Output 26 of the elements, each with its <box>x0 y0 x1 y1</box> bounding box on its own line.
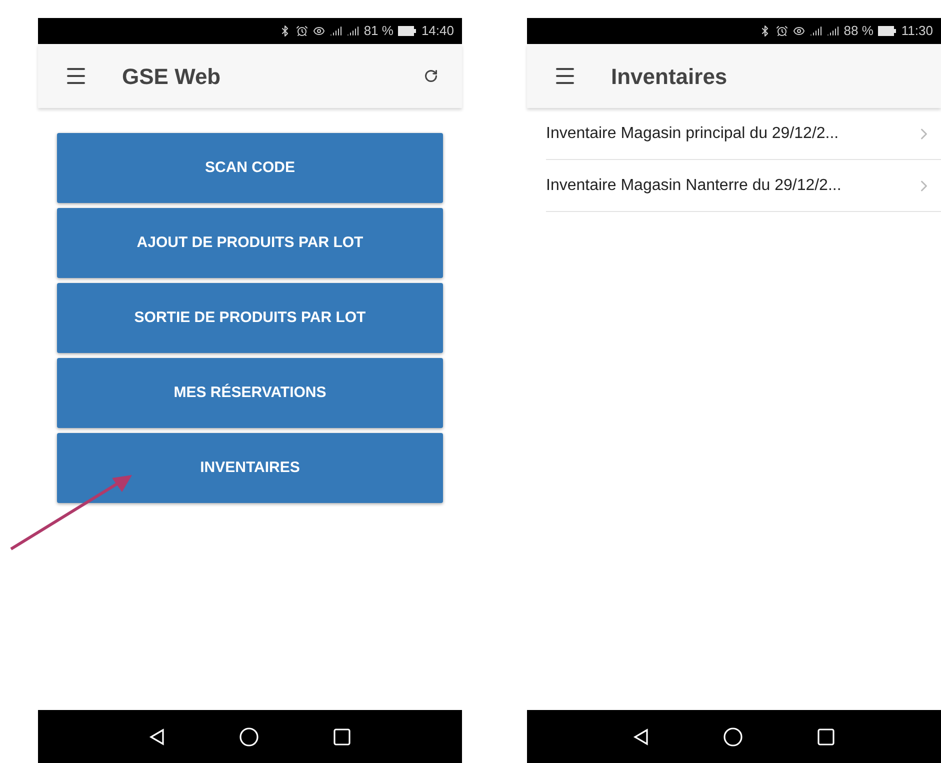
list-item[interactable]: Inventaire Magasin Nanterre du 29/12/2... <box>546 160 941 212</box>
clock: 11:30 <box>901 22 933 40</box>
menu-button[interactable]: SCAN CODE <box>57 133 443 203</box>
menu-button[interactable]: AJOUT DE PRODUITS PAR LOT <box>57 208 443 278</box>
recent-apps-icon[interactable] <box>333 728 351 746</box>
menu-button[interactable]: INVENTAIRES <box>57 433 443 503</box>
menu-button[interactable]: MES RÉSERVATIONS <box>57 358 443 428</box>
home-icon[interactable] <box>239 726 259 746</box>
alarm-icon <box>296 25 308 37</box>
app-title: GSE Web <box>122 62 221 90</box>
back-icon[interactable] <box>149 728 165 746</box>
app-title: Inventaires <box>611 62 728 90</box>
eye-icon <box>312 25 325 37</box>
back-icon[interactable] <box>633 728 649 746</box>
list-item[interactable]: Inventaire Magasin principal du 29/12/2... <box>546 108 941 160</box>
battery-icon <box>878 26 896 36</box>
battery-percent: 81 % <box>364 22 394 40</box>
alarm-icon <box>776 25 788 37</box>
refresh-icon[interactable] <box>424 69 438 83</box>
menu-button[interactable]: SORTIE DE PRODUITS PAR LOT <box>57 283 443 353</box>
eye-icon <box>792 25 805 37</box>
clock: 14:40 <box>421 22 454 40</box>
battery-icon <box>398 26 416 36</box>
home-icon[interactable] <box>723 726 743 746</box>
recent-apps-icon[interactable] <box>817 728 835 746</box>
battery-percent: 88 % <box>844 22 874 40</box>
